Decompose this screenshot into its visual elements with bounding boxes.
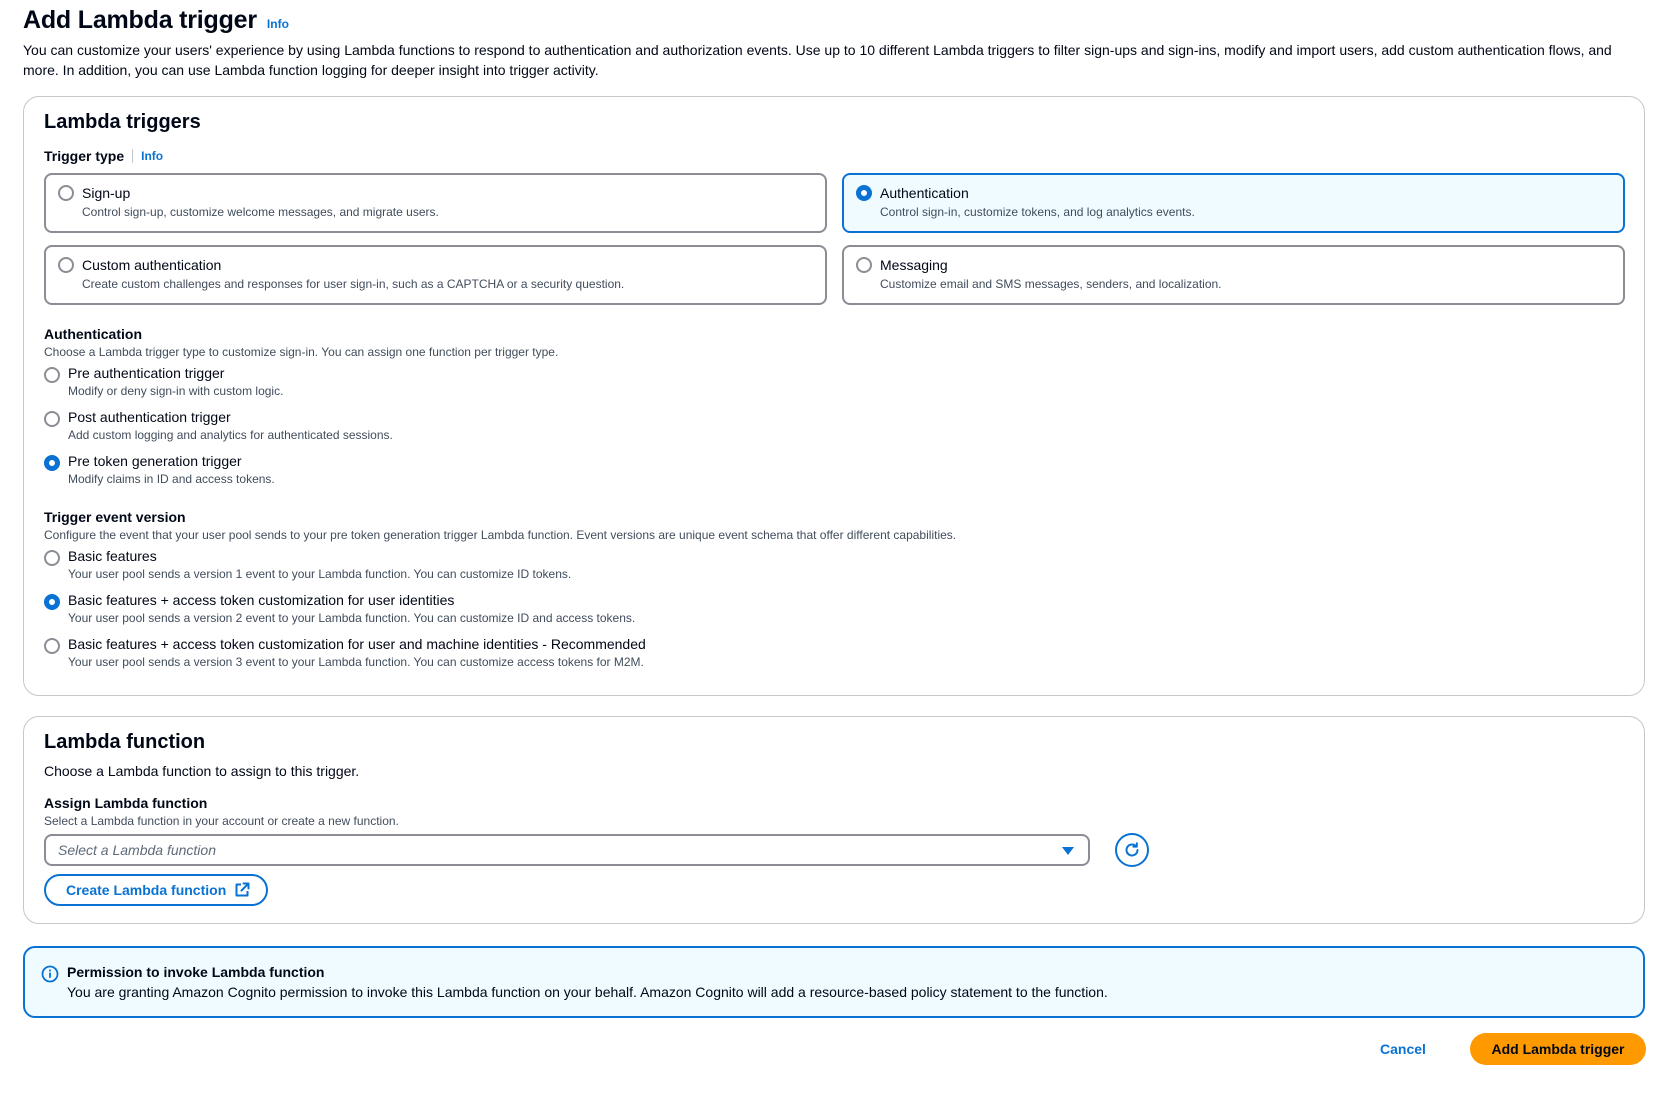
event-version-basic-option[interactable]: Basic features Your user pool sends a ve… [44,548,1144,588]
post-authentication-radio[interactable] [44,411,60,427]
event-version-machine-identities-radio[interactable] [44,638,60,654]
trigger-type-messaging-tile[interactable]: Messaging Customize email and SMS messag… [842,245,1625,305]
lambda-function-container: Lambda function Choose a Lambda function… [23,716,1645,924]
pre-token-generation-option[interactable]: Pre token generation trigger Modify clai… [44,453,1144,493]
trigger-type-custom-auth-tile[interactable]: Custom authentication Create custom chal… [44,245,827,305]
tile-description: Control sign-in, customize tokens, and l… [880,205,1195,219]
authentication-radio[interactable] [856,185,872,201]
pre-authentication-radio[interactable] [44,367,60,383]
tile-label: Sign-up [82,185,131,201]
option-description: Modify claims in ID and access tokens. [68,472,275,486]
option-label: Pre authentication trigger [68,365,225,381]
lambda-triggers-title: Lambda triggers [44,111,201,133]
event-version-group-description: Configure the event that your user pool … [44,528,957,542]
trigger-type-signup-tile[interactable]: Sign-up Control sign-up, customize welco… [44,173,827,233]
select-placeholder: Select a Lambda function [58,842,216,858]
cancel-button[interactable]: Cancel [1380,1041,1426,1057]
info-icon [41,965,59,983]
lambda-function-title: Lambda function [44,731,206,753]
post-authentication-option[interactable]: Post authentication trigger Add custom l… [44,409,1144,449]
tile-description: Customize email and SMS messages, sender… [880,277,1222,291]
event-version-user-identities-option[interactable]: Basic features + access token customizat… [44,592,1144,632]
option-description: Add custom logging and analytics for aut… [68,428,393,442]
add-lambda-trigger-button[interactable]: Add Lambda trigger [1470,1033,1646,1065]
tile-label: Messaging [880,257,948,273]
pre-authentication-option[interactable]: Pre authentication trigger Modify or den… [44,365,1144,405]
option-label: Pre token generation trigger [68,453,242,469]
event-version-user-identities-radio[interactable] [44,594,60,610]
option-description: Your user pool sends a version 2 event t… [68,611,636,625]
messaging-radio[interactable] [856,257,872,273]
tile-description: Control sign-up, customize welcome messa… [82,205,439,219]
option-label: Basic features + access token customizat… [68,636,646,652]
permission-info-alert: Permission to invoke Lambda function You… [23,946,1645,1018]
authentication-group-label: Authentication [44,326,142,342]
header-info-link[interactable]: Info [267,17,289,31]
trigger-type-label-row: Trigger type Info [44,148,163,164]
trigger-type-label: Trigger type [44,148,125,164]
tile-label: Authentication [880,185,969,201]
option-label: Basic features [68,548,157,564]
trigger-type-authentication-tile[interactable]: Authentication Control sign-in, customiz… [842,173,1625,233]
lambda-function-select[interactable]: Select a Lambda function [44,834,1090,866]
event-version-basic-radio[interactable] [44,550,60,566]
create-lambda-function-button[interactable]: Create Lambda function [44,874,269,906]
create-button-label: Create Lambda function [66,882,227,898]
alert-body: You are granting Amazon Cognito permissi… [67,984,1108,1000]
event-version-machine-identities-option[interactable]: Basic features + access token customizat… [44,636,1144,676]
refresh-icon [1125,842,1139,857]
external-link-icon [235,882,250,897]
page-header: Add Lambda trigger Info [23,6,289,35]
custom-auth-radio[interactable] [58,257,74,273]
authentication-group-description: Choose a Lambda trigger type to customiz… [44,345,559,359]
trigger-type-info-link[interactable]: Info [141,149,163,163]
assign-lambda-description: Select a Lambda function in your account… [44,814,399,828]
assign-lambda-label: Assign Lambda function [44,795,208,811]
label-separator [132,149,134,163]
tile-description: Create custom challenges and responses f… [82,277,625,291]
signup-radio[interactable] [58,185,74,201]
lambda-function-description: Choose a Lambda function to assign to th… [44,763,360,779]
option-label: Post authentication trigger [68,409,231,425]
refresh-button[interactable] [1115,833,1149,867]
tile-label: Custom authentication [82,257,222,273]
option-description: Modify or deny sign-in with custom logic… [68,384,284,398]
lambda-triggers-container: Lambda triggers Trigger type Info Sign-u… [23,96,1645,696]
alert-title: Permission to invoke Lambda function [67,964,325,980]
page-title: Add Lambda trigger [23,6,257,34]
event-version-group-label: Trigger event version [44,509,186,525]
page-description: You can customize your users' experience… [23,42,1612,78]
option-label: Basic features + access token customizat… [68,592,455,608]
pre-token-generation-radio[interactable] [44,455,60,471]
option-description: Your user pool sends a version 1 event t… [68,567,572,581]
option-description: Your user pool sends a version 3 event t… [68,655,644,669]
caret-down-icon [1062,847,1074,855]
